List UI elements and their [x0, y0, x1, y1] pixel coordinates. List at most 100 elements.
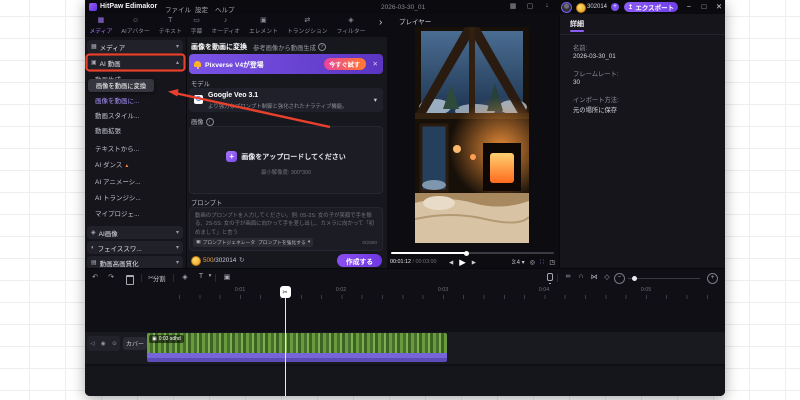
zoom-out-icon[interactable]: − [614, 273, 625, 284]
fullscreen-icon[interactable]: ◳ [549, 259, 555, 266]
app-window: HitPaw Edimakor ファイル 設定 ヘルプ 2026-03-30_0… [85, 0, 725, 396]
minimize-button[interactable]: − [683, 2, 695, 11]
tab-details[interactable]: 詳細 [570, 19, 584, 29]
marker-icon[interactable]: ◈ [179, 273, 191, 281]
tab-media[interactable]: ▦ メディア [85, 17, 117, 35]
sidebar-item-ai-transition[interactable]: AI トランジシ... [95, 192, 141, 202]
try-now-button[interactable]: 今すぐ試す [323, 58, 366, 70]
thumbnail-icon: ▣ [152, 335, 157, 342]
timeline-ruler[interactable]: 0:01 0:02 0:03 0:04 0:05 [85, 287, 725, 300]
image-to-video-panel: 画像を動画に変換 参考画像から動画生成 T Pixverse V4が登場 今すぐ… [187, 37, 387, 268]
microphone-icon[interactable] [547, 273, 553, 284]
playhead-split-marker[interactable]: ✂ [279, 286, 291, 298]
video-preview[interactable] [414, 27, 553, 243]
undo-icon[interactable]: ↶ [89, 273, 101, 281]
menu-file[interactable]: ファイル [165, 4, 191, 14]
ai-image-icon: ◈ [91, 230, 96, 236]
maximize-button[interactable]: □ [698, 2, 710, 11]
sidebar-item-ai-dance[interactable]: AI ダンス ▲ [95, 159, 129, 169]
playback-progress-bar[interactable] [391, 250, 554, 256]
tab-audio[interactable]: ♪ オーディオ [207, 17, 245, 35]
prompt-input[interactable] [193, 210, 381, 240]
panel-tab-reference-video[interactable]: 参考画像から動画生成 T [253, 43, 326, 52]
tab-subtitle[interactable]: ▭ 字幕 [186, 17, 207, 35]
download-icon[interactable]: ↓ [541, 2, 553, 9]
panel-tab-image-to-video[interactable]: 画像を動画に変換 [191, 42, 247, 52]
snapshot-icon[interactable]: ◎ [530, 259, 535, 266]
sidebar-item-my-projects[interactable]: マイプロジェ... [95, 208, 139, 218]
mute-track-icon[interactable]: ◁ [90, 341, 94, 347]
upload-plus-icon: + [226, 151, 238, 162]
tab-transition[interactable]: ⇄ トランジション [282, 17, 332, 35]
prompt-box: ▣ プロンプトジェネレーター プロンプトを強化する ▾ 0/2000 [189, 207, 383, 251]
zoom-in-icon[interactable]: + [707, 273, 718, 284]
split-label[interactable]: 分割 [153, 274, 166, 283]
keyframe-icon[interactable]: ◇ [601, 273, 613, 281]
filter-icon: ◈ [348, 16, 354, 24]
image-upload-dropzone[interactable]: + 画像をアップロードしてください 最小解像度: 300*300 [189, 126, 383, 194]
hide-track-icon[interactable]: ◉ [101, 341, 106, 347]
export-arrow-icon: ↥ [627, 4, 634, 11]
pixverse-banner[interactable]: Pixverse V4が登場 今すぐ試す ✕ [189, 54, 383, 74]
prompt-generator-button[interactable]: ▣ プロンプトジェネレーター [193, 238, 260, 247]
banner-close-icon[interactable]: ✕ [373, 60, 378, 68]
sidebar-item-text-to-video[interactable]: テキストから... [95, 143, 139, 153]
sidebar-item-video-style[interactable]: 動画スタイル... [95, 110, 139, 120]
sidebar-item-image-to-video[interactable]: 画像を動画に... [95, 95, 139, 105]
export-button[interactable]: ↥ エクスポート [624, 2, 678, 12]
coin-icon [576, 2, 586, 13]
user-avatar[interactable] [561, 2, 572, 13]
link-icon[interactable]: ∞ [562, 273, 574, 280]
progress-handle[interactable] [464, 250, 469, 256]
grid-view-icon[interactable]: ∷ [540, 258, 544, 266]
delete-icon[interactable] [126, 274, 134, 285]
sidebar-section-ai-video[interactable]: ▣ AI 動画 ▴ [87, 56, 183, 69]
tab-text[interactable]: T テキスト [154, 17, 186, 35]
sidebar-section-ai-image[interactable]: ◈ AI画像 ▾ [87, 226, 183, 239]
close-button[interactable]: ✕ [713, 2, 725, 11]
next-frame-icon[interactable]: ▶ [472, 260, 476, 266]
transition-icon: ⇄ [304, 16, 311, 24]
play-icon[interactable]: ▶ [459, 257, 466, 268]
create-button[interactable]: 作成する [337, 254, 382, 267]
chain-icon[interactable]: ⋈ [588, 273, 600, 281]
menu-help[interactable]: ヘルプ [215, 4, 235, 14]
model-description: より強力なプロンプト制御と強化されたナラティブ機能。 [208, 104, 348, 110]
field-import-label: インポート方法: [573, 97, 619, 104]
sidebar-section-media[interactable]: ▦ メディア ▾ [87, 40, 183, 53]
generation-cost: 500/302014 [203, 256, 237, 264]
clip-video-thumbnails [147, 333, 447, 354]
model-dropdown[interactable]: G Google Veo 3.1 より強力なプロンプト制御と強化されたナラティブ… [189, 88, 383, 112]
freeze-frame-icon[interactable]: ▣ [221, 273, 233, 281]
zoom-slider-handle[interactable] [632, 275, 637, 281]
tab-element[interactable]: ▣ エレメント [244, 17, 282, 35]
playhead-line[interactable] [285, 287, 286, 396]
timeline-zoom-slider[interactable] [628, 277, 700, 279]
info-icon: i [205, 117, 214, 126]
sidebar-item-video-extend[interactable]: 動画拡張 [95, 125, 121, 135]
aspect-ratio-selector[interactable]: 3:4 ▾ [512, 259, 525, 266]
sidebar-item-ai-animation[interactable]: AI アニメーシ... [95, 176, 141, 186]
add-credits-button[interactable]: + [611, 2, 619, 11]
field-name-label: 名前: [573, 45, 588, 52]
google-icon: G [194, 95, 203, 104]
ai-video-icon: ▣ [91, 60, 97, 66]
prompt-enhance-button[interactable]: プロンプトを強化する ▾ [255, 238, 313, 247]
image-label: 画像 i [191, 117, 214, 126]
redo-icon[interactable]: ↷ [105, 273, 117, 281]
cover-button[interactable]: カバー [123, 337, 147, 350]
audio-icon: ♪ [223, 16, 228, 24]
sidebar-section-face-swap[interactable]: ◐ フェイススワ... ▾ [87, 241, 183, 254]
tab-filter[interactable]: ◈ フィルター [332, 17, 370, 35]
tab-ai-avatar[interactable]: ☺ AIアバター [117, 17, 154, 35]
refresh-icon[interactable]: ↻ [239, 256, 244, 264]
timeline-clip[interactable]: ▣ 0:03 sdhd [147, 333, 447, 362]
media-icon: ▦ [97, 16, 105, 24]
tabs-overflow-chevron-icon[interactable]: › [379, 17, 382, 28]
feedback-icon[interactable]: ▢ [524, 2, 536, 10]
layout-icon[interactable]: ▦ [507, 2, 519, 10]
menu-settings[interactable]: 設定 [195, 4, 208, 14]
previous-frame-icon[interactable]: ◀ [449, 260, 453, 266]
lock-track-icon[interactable]: ⊙ [112, 341, 117, 347]
magnet-icon[interactable]: ∩ [575, 273, 587, 280]
